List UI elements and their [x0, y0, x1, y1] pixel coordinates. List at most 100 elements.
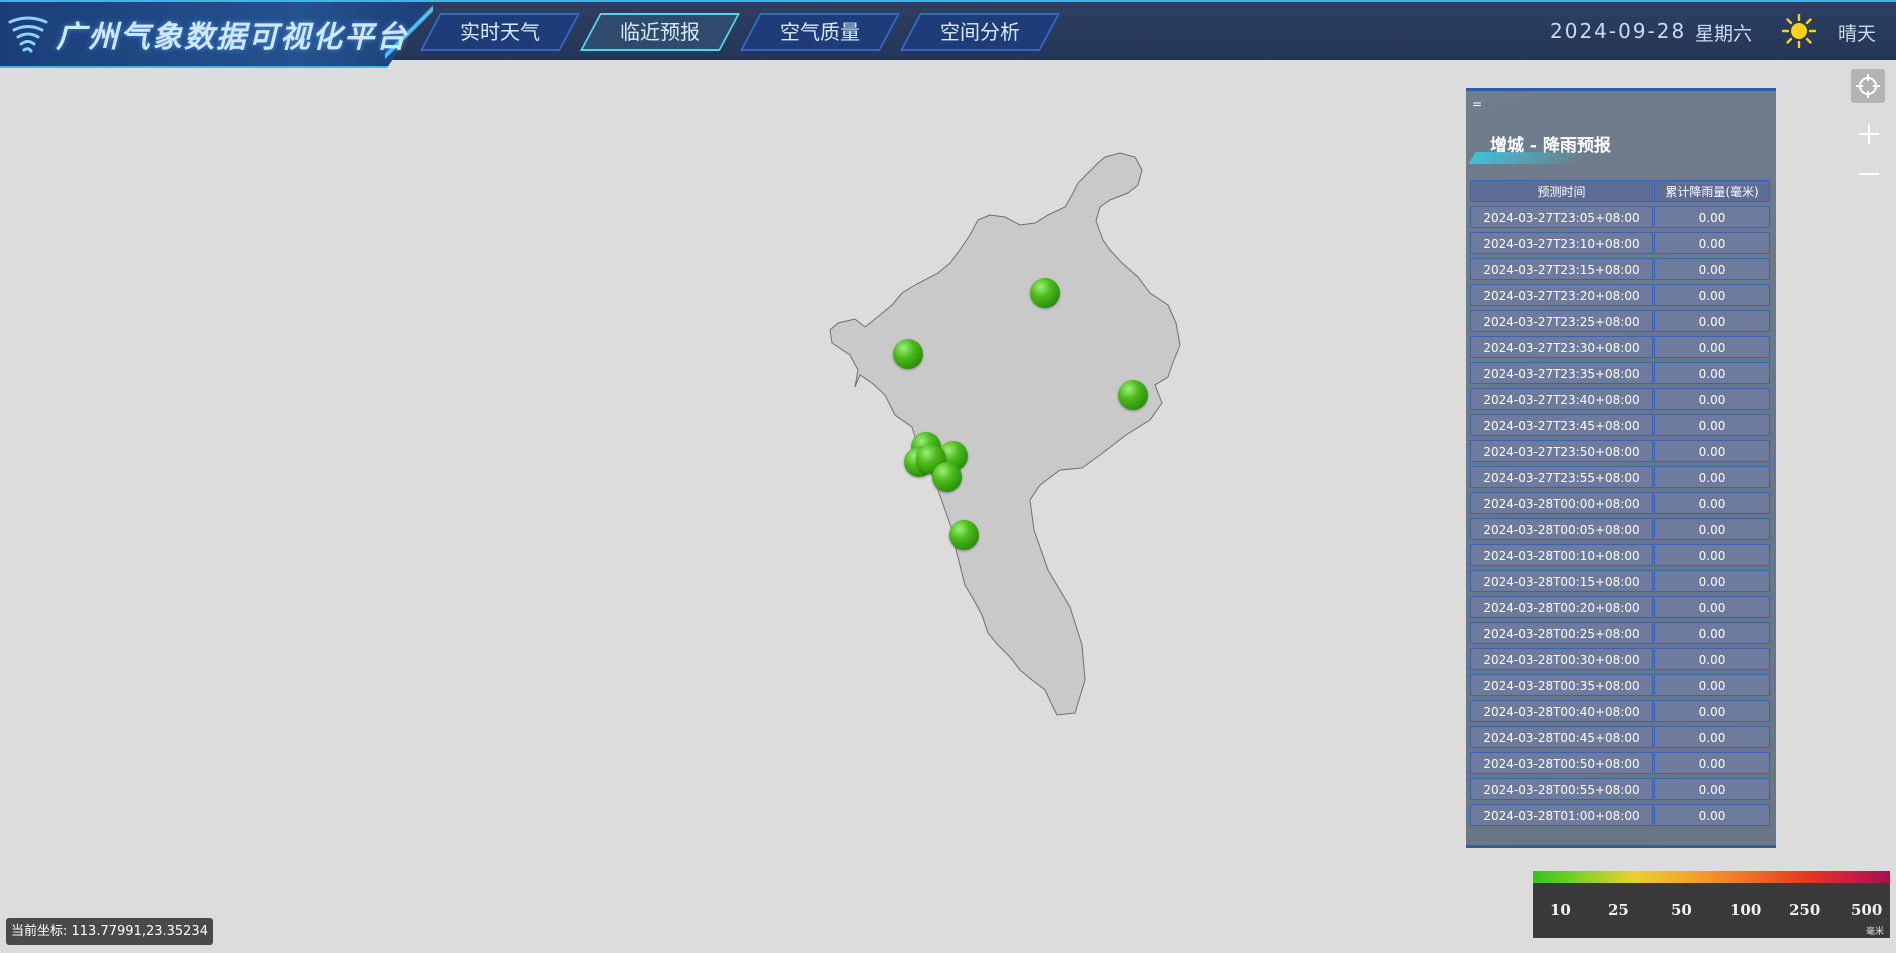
locate-button[interactable]	[1851, 69, 1885, 103]
table-row[interactable]: 2024-03-27T23:20+08:00 0.00	[1470, 283, 1770, 309]
table-row[interactable]: 2024-03-28T00:10+08:00 0.00	[1470, 543, 1770, 569]
rainfall-cell: 0.00	[1654, 622, 1770, 644]
forecast-time-cell: 2024-03-28T00:50+08:00	[1470, 752, 1653, 774]
rainfall-cell: 0.00	[1654, 778, 1770, 800]
rainfall-cell: 0.00	[1654, 726, 1770, 748]
rainfall-cell: 0.00	[1654, 440, 1770, 462]
legend-label: 250	[1789, 901, 1821, 919]
rainfall-cell: 0.00	[1654, 466, 1770, 488]
table-row[interactable]: 2024-03-27T23:25+08:00 0.00	[1470, 309, 1770, 335]
rainfall-cell: 0.00	[1654, 414, 1770, 436]
rainfall-cell: 0.00	[1654, 700, 1770, 722]
table-row[interactable]: 2024-03-27T23:50+08:00 0.00	[1470, 439, 1770, 465]
weather-status: 晴天	[1838, 23, 1877, 45]
table-header-row: 预测时间 累计降雨量(毫米)	[1470, 179, 1770, 205]
table-row[interactable]: 2024-03-27T23:30+08:00 0.00	[1470, 335, 1770, 361]
table-row[interactable]: 2024-03-28T00:20+08:00 0.00	[1470, 595, 1770, 621]
table-row[interactable]: 2024-03-27T23:45+08:00 0.00	[1470, 413, 1770, 439]
sun-icon	[1782, 14, 1816, 48]
tab-nowcast[interactable]: 临近预报	[579, 13, 741, 51]
forecast-time-cell: 2024-03-27T23:05+08:00	[1470, 206, 1653, 228]
rainfall-cell: 0.00	[1654, 258, 1770, 280]
table-row[interactable]: 2024-03-27T23:05+08:00 0.00	[1470, 205, 1770, 231]
tab-spatial-analysis[interactable]: 空间分析	[899, 13, 1061, 51]
forecast-time-cell: 2024-03-28T00:35+08:00	[1470, 674, 1653, 696]
zoom-in-button[interactable]	[1855, 120, 1883, 148]
legend-label: 100	[1730, 901, 1762, 919]
rainfall-cell: 0.00	[1654, 388, 1770, 410]
forecast-time-cell: 2024-03-28T00:20+08:00	[1470, 596, 1653, 618]
table-row[interactable]: 2024-03-28T00:35+08:00 0.00	[1470, 673, 1770, 699]
cursor-coordinates: 当前坐标: 113.77991,23.35234	[6, 918, 213, 945]
forecast-time-cell: 2024-03-28T00:55+08:00	[1470, 778, 1653, 800]
station-marker[interactable]	[932, 462, 962, 492]
table-row[interactable]: 2024-03-27T23:10+08:00 0.00	[1470, 231, 1770, 257]
forecast-time-cell: 2024-03-27T23:45+08:00	[1470, 414, 1653, 436]
rainfall-cell: 0.00	[1654, 232, 1770, 254]
legend-label: 25	[1608, 901, 1629, 919]
table-row[interactable]: 2024-03-28T00:30+08:00 0.00	[1470, 647, 1770, 673]
table-row[interactable]: 2024-03-28T00:45+08:00 0.00	[1470, 725, 1770, 751]
rainfall-cell: 0.00	[1654, 648, 1770, 670]
current-date: 2024-09-28	[1550, 19, 1687, 43]
top-header: 广州气象数据可视化平台 实时天气 临近预报 空气质量 空间分析 2024-09-…	[0, 0, 1896, 68]
forecast-time-cell: 2024-03-27T23:35+08:00	[1470, 362, 1653, 384]
zoom-out-button[interactable]	[1855, 160, 1883, 188]
forecast-time-cell: 2024-03-28T00:30+08:00	[1470, 648, 1653, 670]
forecast-time-cell: 2024-03-27T23:40+08:00	[1470, 388, 1653, 410]
forecast-time-cell: 2024-03-28T00:45+08:00	[1470, 726, 1653, 748]
rainfall-cell: 0.00	[1654, 570, 1770, 592]
table-row[interactable]: 2024-03-27T23:35+08:00 0.00	[1470, 361, 1770, 387]
forecast-time-cell: 2024-03-27T23:10+08:00	[1470, 232, 1653, 254]
station-marker[interactable]	[949, 520, 979, 550]
station-marker[interactable]	[1030, 278, 1060, 308]
table-row[interactable]: 2024-03-27T23:15+08:00 0.00	[1470, 257, 1770, 283]
rainfall-cell: 0.00	[1654, 674, 1770, 696]
table-row[interactable]: 2024-03-28T00:40+08:00 0.00	[1470, 699, 1770, 725]
crosshair-icon	[1856, 74, 1880, 98]
forecast-time-cell: 2024-03-28T00:00+08:00	[1470, 492, 1653, 514]
table-row[interactable]: 2024-03-28T00:25+08:00 0.00	[1470, 621, 1770, 647]
table-row[interactable]: 2024-03-27T23:40+08:00 0.00	[1470, 387, 1770, 413]
plus-icon	[1859, 124, 1879, 144]
tab-label: 空气质量	[780, 20, 860, 44]
table-row[interactable]: 2024-03-28T00:55+08:00 0.00	[1470, 777, 1770, 803]
forecast-time-cell: 2024-03-27T23:55+08:00	[1470, 466, 1653, 488]
forecast-time-cell: 2024-03-28T00:40+08:00	[1470, 700, 1653, 722]
tornado-logo-icon	[8, 16, 48, 53]
table-row[interactable]: 2024-03-28T00:50+08:00 0.00	[1470, 751, 1770, 777]
legend-label: 50	[1671, 901, 1692, 919]
tab-label: 实时天气	[460, 20, 540, 44]
guangzhou-map[interactable]	[820, 145, 1240, 725]
panel-drag-handle[interactable]: =	[1472, 97, 1482, 111]
current-weekday: 星期六	[1695, 23, 1753, 45]
forecast-time-cell: 2024-03-28T00:05+08:00	[1470, 518, 1653, 540]
table-row[interactable]: 2024-03-28T00:05+08:00 0.00	[1470, 517, 1770, 543]
rainfall-cell: 0.00	[1654, 492, 1770, 514]
table-row[interactable]: 2024-03-28T01:00+08:00 0.00	[1470, 803, 1770, 829]
table-row[interactable]: 2024-03-27T23:55+08:00 0.00	[1470, 465, 1770, 491]
rain-forecast-panel: = 增城 - 降雨预报 预测时间 累计降雨量(毫米) 2024-03-27T23…	[1466, 88, 1776, 848]
tab-label: 空间分析	[940, 20, 1020, 44]
forecast-time-cell: 2024-03-27T23:15+08:00	[1470, 258, 1653, 280]
rainfall-legend: 10 25 50 100 250 500 毫米	[1533, 871, 1890, 938]
rainfall-cell: 0.00	[1654, 804, 1770, 826]
tab-realtime-weather[interactable]: 实时天气	[419, 13, 581, 51]
legend-unit: 毫米	[1865, 927, 1884, 937]
rainfall-cell: 0.00	[1654, 544, 1770, 566]
tab-air-quality[interactable]: 空气质量	[739, 13, 901, 51]
legend-label: 500	[1851, 901, 1883, 919]
station-marker[interactable]	[1118, 380, 1148, 410]
rainfall-cell: 0.00	[1654, 310, 1770, 332]
table-row[interactable]: 2024-03-28T00:15+08:00 0.00	[1470, 569, 1770, 595]
forecast-time-cell: 2024-03-27T23:50+08:00	[1470, 440, 1653, 462]
title-underline	[1468, 152, 1586, 164]
table-row[interactable]: 2024-03-28T00:00+08:00 0.00	[1470, 491, 1770, 517]
station-marker[interactable]	[893, 339, 923, 369]
rainfall-cell: 0.00	[1654, 284, 1770, 306]
rainfall-cell: 0.00	[1654, 206, 1770, 228]
rainfall-cell: 0.00	[1654, 362, 1770, 384]
forecast-time-cell: 2024-03-27T23:30+08:00	[1470, 336, 1653, 358]
rainfall-cell: 0.00	[1654, 752, 1770, 774]
tab-label: 临近预报	[620, 20, 700, 44]
